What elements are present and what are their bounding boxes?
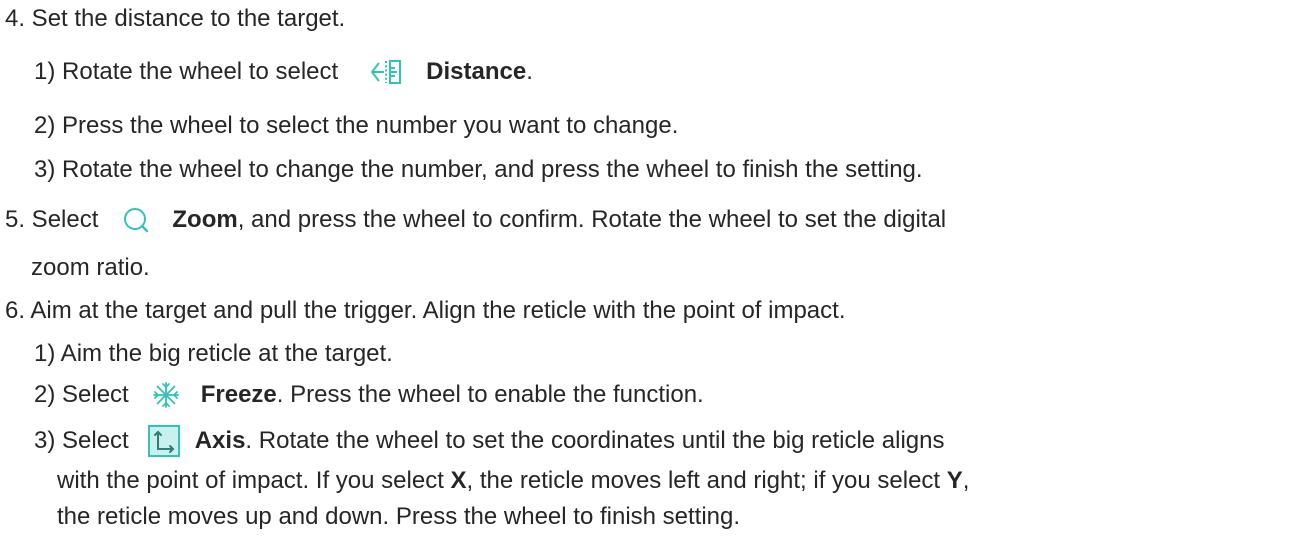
axis-label: Axis [194,427,246,454]
y-axis-label: Y [946,467,963,494]
freeze-label: Freeze [200,381,277,408]
distance-icon [368,57,404,87]
step-6-heading: 6. Aim at the target and pull the trigge… [5,296,845,326]
step-5-continuation-text: zoom ratio. [31,254,150,281]
step-4-substep-1: 1) Rotate the wheel to select Distance . [34,57,533,87]
step-6-substep-3-line-2-b: , the reticle moves left and right; if y… [466,467,947,494]
step-6-substep-3-prefix: 3) Select [34,427,129,454]
step-4-substep-3-text: 3) Rotate the wheel to change the number… [34,156,923,183]
step-6-substep-1: 1) Aim the big reticle at the target. [34,339,393,369]
freeze-icon [151,380,181,410]
zoom-icon [120,205,154,235]
step-5-continuation: zoom ratio. [31,253,150,283]
step-4-substep-3: 3) Rotate the wheel to change the number… [34,155,923,185]
step-5-prefix: 5. Select [5,206,99,233]
step-6-substep-3-line-3-text: the reticle moves up and down. Press the… [57,503,741,530]
step-6-substep-3-line-2-a: with the point of impact. If you select [57,467,451,494]
step-6-substep-3-line-2-c: , [962,467,970,494]
step-6-substep-3: 3) Select Axis . Rotate the wheel to set… [34,424,945,458]
axis-icon [147,424,181,458]
step-4-heading-text: 4. Set the distance to the target. [5,5,346,32]
step-6-substep-3-line-2: with the point of impact. If you select … [57,466,969,496]
step-4-substep-1-text: 1) Rotate the wheel to select [34,58,339,85]
step-6-heading-text: 6. Aim at the target and pull the trigge… [5,297,846,324]
step-4-substep-2-text: 2) Press the wheel to select the number … [34,112,679,139]
x-axis-label: X [450,467,467,494]
step-6-substep-2-suffix: . Press the wheel to enable the function… [276,381,704,408]
step-4-substep-2: 2) Press the wheel to select the number … [34,111,678,141]
step-6-substep-2-prefix: 2) Select [34,381,129,408]
step-6-substep-3-line-3: the reticle moves up and down. Press the… [57,502,740,532]
step-4-heading: 4. Set the distance to the target. [5,4,345,34]
step-6-substep-1-text: 1) Aim the big reticle at the target. [34,340,393,367]
zoom-label: Zoom [172,206,238,233]
step-6-substep-3-suffix: . Rotate the wheel to set the coordinate… [245,427,945,454]
step-6-substep-2: 2) Select Freeze . Press the wheel to en… [34,380,704,410]
step-5: 5. Select Zoom , and press the wheel to … [5,205,946,235]
step-4-substep-1-suffix: . [526,58,533,85]
distance-label: Distance [426,58,527,85]
step-5-suffix: , and press the wheel to confirm. Rotate… [237,206,947,233]
